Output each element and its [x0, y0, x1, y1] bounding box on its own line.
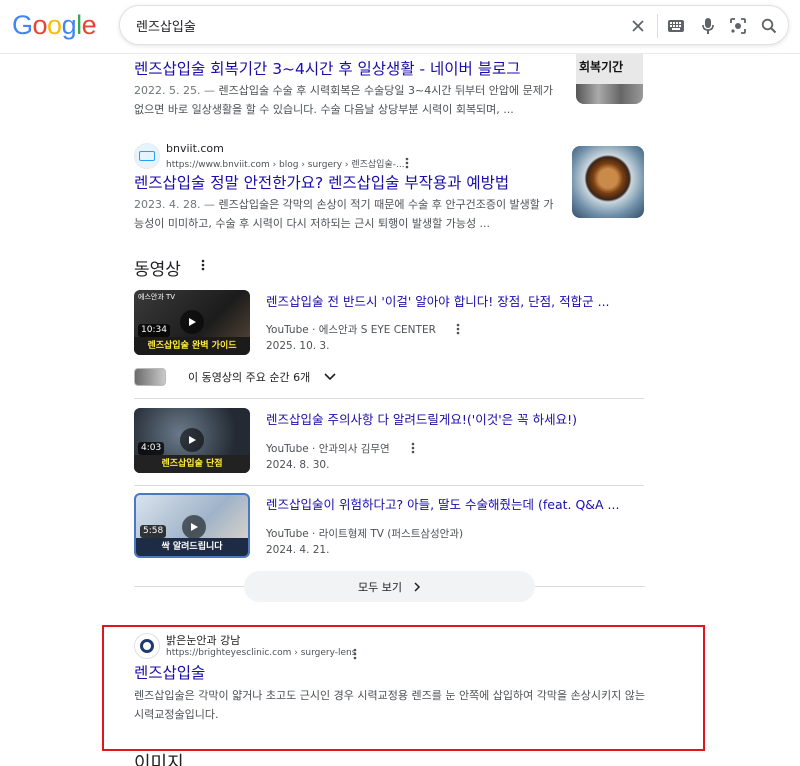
result-date: 2022. 5. 25. — [134, 84, 219, 97]
result-title[interactable]: 렌즈삽입술 정말 안전한가요? 렌즈삽입술 부작용과 예방법 [134, 173, 509, 193]
searchbox-divider [657, 14, 658, 38]
close-icon[interactable] [627, 15, 649, 37]
more-options-icon[interactable] [402, 156, 412, 170]
search-icon[interactable] [758, 15, 780, 37]
videos-options-icon[interactable] [198, 258, 208, 272]
more-options-icon[interactable] [350, 647, 360, 661]
divider [134, 485, 644, 486]
video-thumbnail[interactable]: 4:03 렌즈삽입술 단점 [134, 408, 250, 473]
thumbnail-photo [576, 84, 643, 104]
result-snippet: 렌즈삽입술은 각막이 얇거나 초고도 근시인 경우 시력교정용 렌즈를 눈 안쪽… [134, 689, 645, 721]
key-moments-toggle[interactable]: 이 동영상의 주요 순간 6개 [134, 367, 336, 387]
thumbnail-text: 회복기간 [579, 60, 624, 74]
play-icon [180, 310, 204, 334]
video-duration: 4:03 [138, 442, 165, 455]
video-title[interactable]: 렌즈삽입술이 위험하다고? 아들, 딸도 수술해줬는데 (feat. Q&A .… [266, 494, 619, 513]
keyboard-icon[interactable] [665, 15, 687, 37]
site-name[interactable]: bnviit.com [166, 142, 224, 155]
video-thumbnail[interactable]: 에스안과 TV 10:34 렌즈삽입술 완벽 가이드 [134, 290, 250, 355]
videos-heading: 동영상 [134, 260, 181, 280]
play-icon [180, 428, 204, 452]
result-thumbnail[interactable]: 회복기간 [576, 54, 643, 104]
video-date: 2024. 4. 21. [266, 544, 330, 556]
video-source: YouTube · 에스안과 S EYE CENTER [266, 324, 436, 336]
video-options-icon[interactable] [453, 322, 463, 336]
favicon-glyph [139, 151, 155, 161]
search-box [119, 5, 789, 45]
search-header: Google [0, 0, 800, 54]
site-favicon [134, 143, 160, 169]
video-duration: 5:58 [140, 525, 167, 538]
chevron-down-icon [324, 371, 336, 383]
site-favicon [134, 633, 160, 659]
video-caption: 렌즈삽입술 완벽 가이드 [134, 337, 250, 355]
video-date: 2024. 8. 30. [266, 459, 330, 471]
divider [535, 586, 645, 587]
channel-watermark: 에스안과 TV [138, 293, 176, 301]
see-all-videos-button[interactable]: 모두 보기 [244, 571, 535, 602]
video-source: YouTube · 안과의사 김무연 [266, 443, 390, 455]
images-heading: 이미지 [134, 753, 184, 766]
divider [134, 398, 644, 399]
result-title[interactable]: 렌즈삽입술 [134, 663, 205, 683]
video-caption: 싹 알려드립니다 [136, 538, 248, 556]
search-input[interactable] [136, 6, 616, 44]
key-moments-thumbnail [134, 368, 166, 386]
google-logo[interactable]: Google [12, 10, 97, 41]
play-icon [182, 515, 206, 539]
result-title[interactable]: 렌즈삽입술 회복기간 3~4시간 후 일상생활 - 네이버 블로그 [134, 59, 521, 79]
divider [134, 586, 244, 587]
video-source: YouTube · 라이트형제 TV (퍼스트삼성안과) [266, 528, 464, 540]
see-all-label: 모두 보기 [358, 580, 402, 594]
video-duration: 10:34 [138, 324, 170, 337]
video-date: 2025. 10. 3. [266, 340, 330, 352]
video-thumbnail[interactable]: 5:58 싹 알려드립니다 [134, 493, 250, 558]
lens-icon[interactable] [727, 15, 749, 37]
eye-lens-thumbnail[interactable] [572, 146, 644, 218]
result-date: 2023. 4. 28. — [134, 198, 219, 211]
site-url[interactable]: https://www.bnviit.com › blog › surgery … [166, 157, 405, 170]
site-url[interactable]: https://brighteyesclinic.com › surgery-l… [166, 648, 356, 658]
video-title[interactable]: 렌즈삽입술 전 반드시 '이걸' 알아야 합니다! 장점, 단점, 적합군 ..… [266, 291, 610, 310]
favicon-glyph [140, 639, 154, 653]
video-options-icon[interactable] [408, 441, 418, 455]
chevron-right-icon [414, 581, 421, 592]
video-title[interactable]: 렌즈삽입술 주의사항 다 알려드릴게요!('이것'은 꼭 하세요!) [266, 409, 577, 428]
key-moments-label: 이 동영상의 주요 순간 6개 [188, 371, 311, 384]
video-caption: 렌즈삽입술 단점 [134, 455, 250, 473]
result-snippet: 2023. 4. 28. — 렌즈삽입술은 각막의 손상이 적기 때문에 수술 … [134, 195, 559, 233]
site-name[interactable]: 밝은눈안과 강남 [166, 632, 240, 648]
mic-icon[interactable] [697, 15, 719, 37]
result-snippet: 2022. 5. 25. — 렌즈삽입술 수술 후 시력회복은 수술당일 3~4… [134, 81, 559, 119]
